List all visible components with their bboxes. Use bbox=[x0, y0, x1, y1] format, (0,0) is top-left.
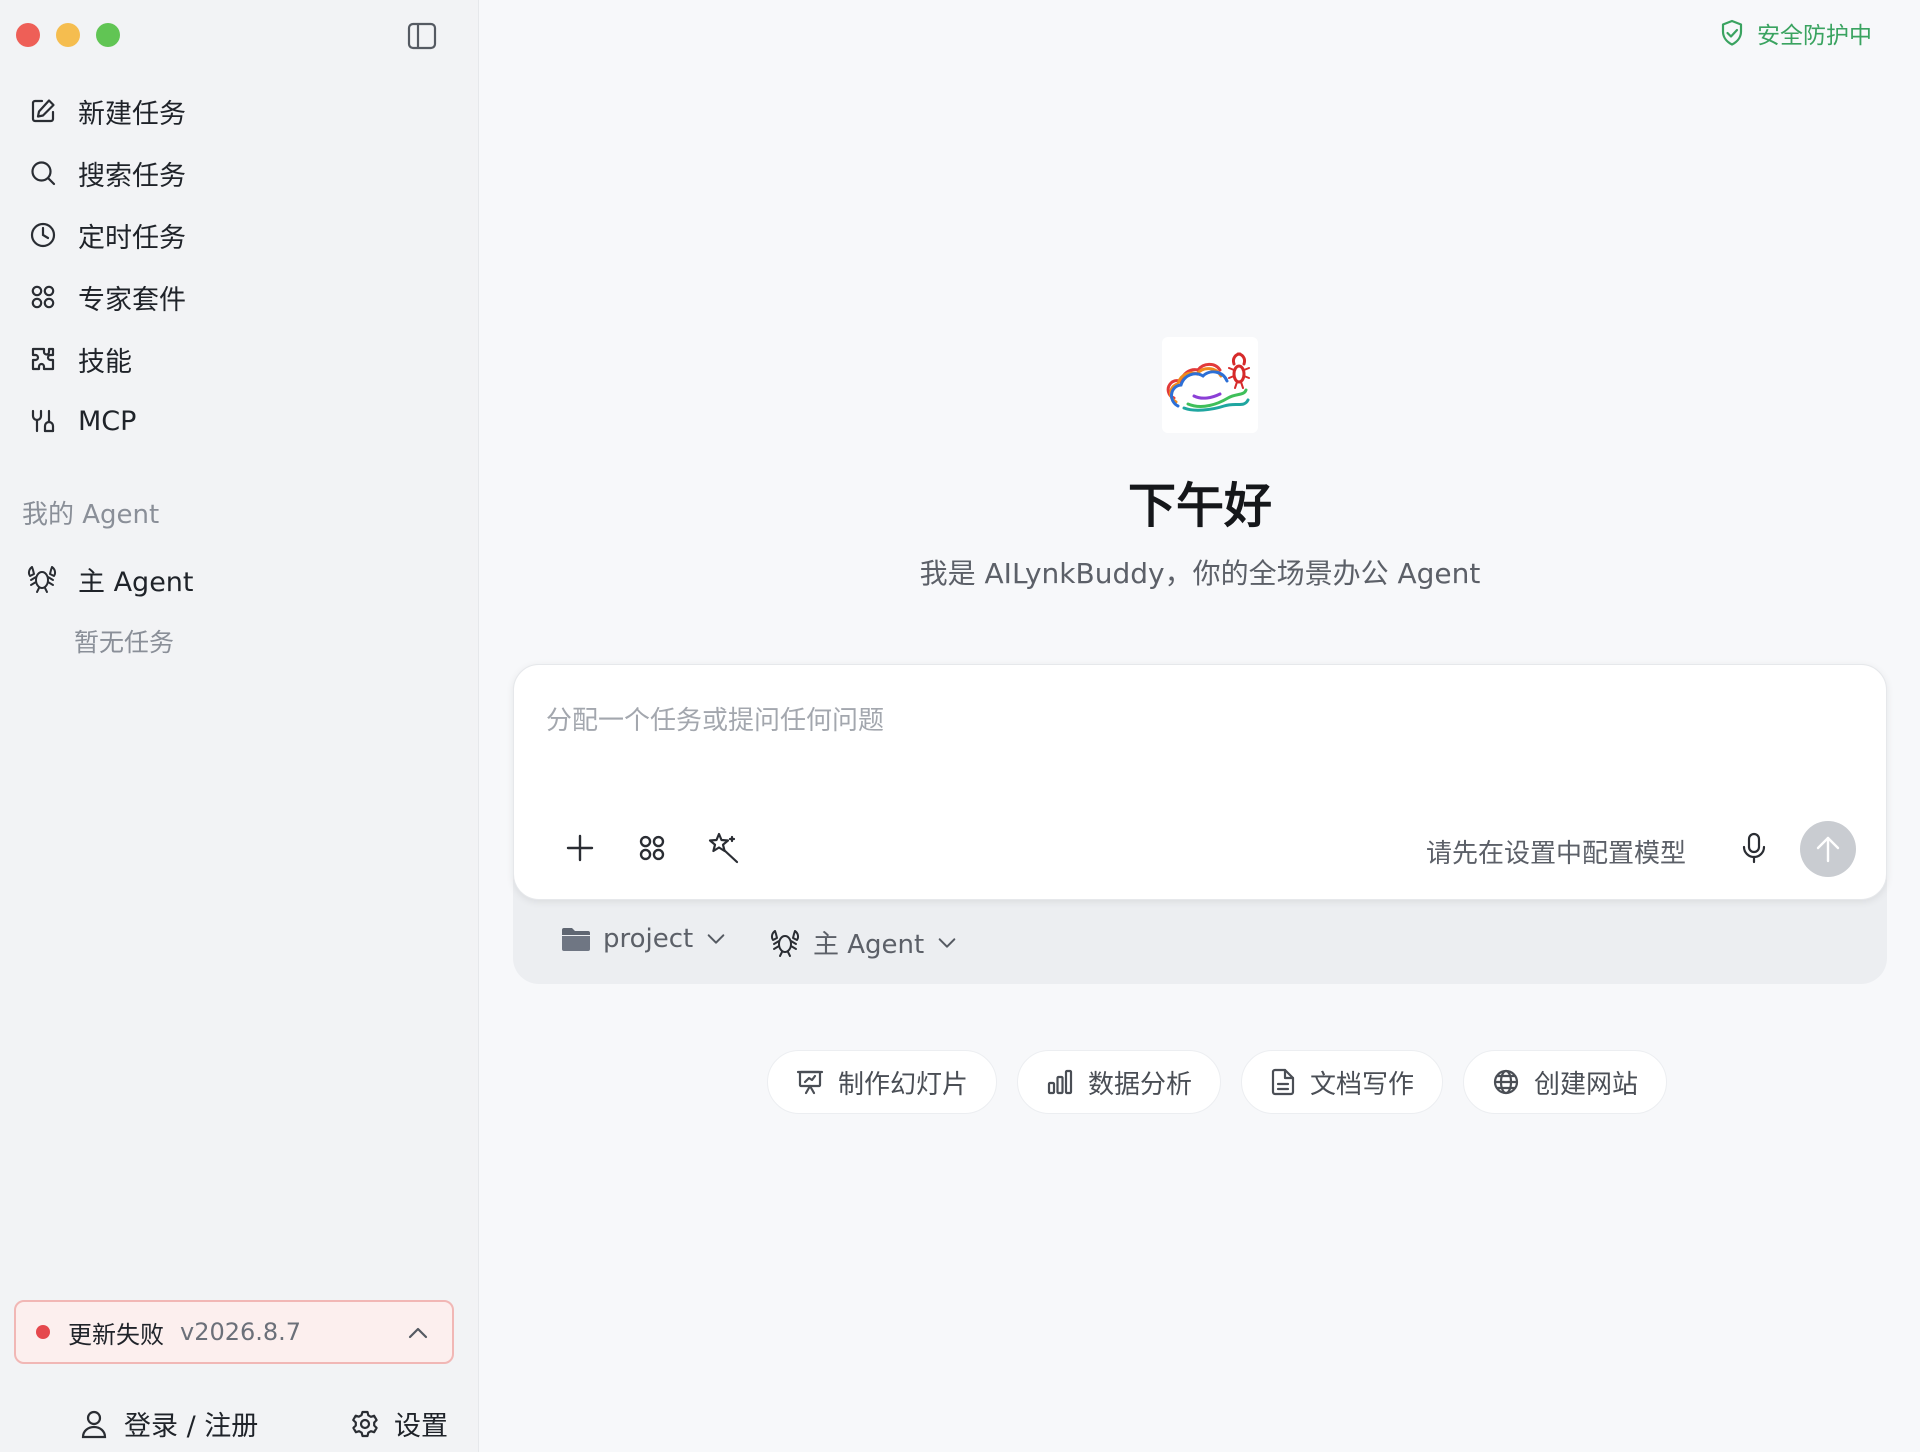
gear-icon bbox=[350, 1409, 380, 1439]
update-version-text: v2026.8.7 bbox=[180, 1318, 302, 1346]
expert-suite-button[interactable] bbox=[632, 828, 672, 868]
agent-selector-label: 主 Agent bbox=[813, 930, 925, 960]
quick-action-slides-label: 制作幻灯片 bbox=[838, 1069, 969, 1100]
nav-search-task-label: 搜索任务 bbox=[78, 160, 186, 192]
grid-icon bbox=[28, 282, 58, 312]
nav-skills[interactable]: 技能 bbox=[22, 328, 452, 390]
project-selector-label: project bbox=[603, 924, 694, 954]
agent-selector[interactable]: 主 Agent bbox=[769, 924, 958, 961]
chevron-down-icon bbox=[936, 932, 958, 954]
globe-icon bbox=[1492, 1068, 1520, 1096]
shield-check-icon bbox=[1719, 19, 1745, 47]
magic-wand-icon bbox=[708, 832, 739, 864]
project-selector[interactable]: project bbox=[561, 924, 727, 954]
close-window-button[interactable] bbox=[16, 23, 40, 47]
edit-icon bbox=[28, 96, 58, 126]
security-status-label: 安全防护中 bbox=[1757, 23, 1872, 49]
arrow-up-icon bbox=[1816, 836, 1840, 863]
chevron-up-icon bbox=[406, 1321, 430, 1345]
quick-action-slides[interactable]: 制作幻灯片 bbox=[767, 1050, 998, 1114]
add-attachment-button[interactable] bbox=[560, 828, 600, 868]
nav-scheduled-task-label: 定时任务 bbox=[78, 222, 186, 254]
plug-icon bbox=[28, 406, 58, 436]
folder-icon bbox=[561, 926, 591, 952]
nav-search-task[interactable]: 搜索任务 bbox=[22, 142, 452, 204]
nav-scheduled-task[interactable]: 定时任务 bbox=[22, 204, 452, 266]
lobster-icon bbox=[26, 564, 58, 594]
empty-tasks-text: 暂无任务 bbox=[74, 628, 175, 657]
nav-mcp[interactable]: MCP bbox=[22, 390, 452, 452]
configure-model-hint[interactable]: 请先在设置中配置模型 bbox=[1426, 833, 1686, 870]
login-register-label: 登录 / 注册 bbox=[124, 1411, 259, 1442]
settings-label: 设置 bbox=[394, 1411, 448, 1442]
quick-action-create-website[interactable]: 创建网站 bbox=[1463, 1050, 1668, 1114]
magic-wand-button[interactable] bbox=[704, 828, 744, 868]
main-agent-label: 主 Agent bbox=[78, 566, 194, 598]
sidebar-footer: 登录 / 注册 设置 bbox=[0, 1400, 479, 1452]
quick-action-data-analysis-label: 数据分析 bbox=[1088, 1069, 1193, 1100]
bar-chart-icon bbox=[1046, 1068, 1074, 1096]
maximize-window-button[interactable] bbox=[96, 23, 120, 47]
clock-icon bbox=[28, 220, 58, 250]
grid-icon bbox=[639, 835, 665, 861]
quick-action-data-analysis[interactable]: 数据分析 bbox=[1017, 1050, 1222, 1114]
update-error-dot bbox=[36, 1325, 50, 1339]
security-status[interactable]: 安全防护中 bbox=[1719, 16, 1872, 50]
nav-mcp-label: MCP bbox=[78, 405, 137, 437]
user-icon bbox=[80, 1409, 108, 1439]
quick-action-document-writing-label: 文档写作 bbox=[1310, 1069, 1415, 1100]
quick-actions: 制作幻灯片 数据分析 文档写作 创建网站 bbox=[767, 1050, 1668, 1114]
chevron-down-icon bbox=[705, 928, 727, 950]
my-agent-section-title: 我的 Agent bbox=[22, 500, 160, 530]
composer-area: 请先在设置中配置模型 bbox=[513, 664, 1887, 984]
minimize-window-button[interactable] bbox=[56, 23, 80, 47]
task-input[interactable] bbox=[546, 693, 1846, 749]
sidebar: 新建任务 搜索任务 定时任务 专家套件 技能 MCP 我的 Agent 主 Ag… bbox=[0, 0, 479, 1452]
cloud-lobster-logo-icon bbox=[1166, 352, 1250, 412]
settings-button[interactable]: 设置 bbox=[350, 1404, 448, 1443]
voice-input-button[interactable] bbox=[1734, 828, 1774, 868]
composer-box: 请先在设置中配置模型 bbox=[513, 664, 1887, 900]
greeting-title: 下午好 bbox=[1127, 478, 1272, 534]
window-controls bbox=[16, 23, 120, 47]
sidebar-item-main-agent[interactable]: 主 Agent bbox=[26, 556, 194, 602]
microphone-icon bbox=[1742, 832, 1766, 864]
nav-expert-suite[interactable]: 专家套件 bbox=[22, 266, 452, 328]
nav-new-task[interactable]: 新建任务 bbox=[22, 80, 452, 142]
sidebar-panel-icon bbox=[407, 22, 437, 50]
update-status-text: 更新失败 bbox=[68, 1320, 164, 1349]
quick-action-create-website-label: 创建网站 bbox=[1534, 1069, 1639, 1100]
send-button[interactable] bbox=[1800, 821, 1856, 877]
presentation-icon bbox=[796, 1068, 824, 1096]
plus-icon bbox=[566, 834, 594, 862]
update-status-bar[interactable]: 更新失败 v2026.8.7 bbox=[14, 1300, 454, 1364]
main-content: 安全防护中 下午好 我是 AILynkBuddy，你的全场景办公 Agent 分… bbox=[480, 0, 1920, 1452]
sidebar-nav: 新建任务 搜索任务 定时任务 专家套件 技能 MCP bbox=[22, 80, 452, 452]
nav-new-task-label: 新建任务 bbox=[78, 98, 186, 130]
sidebar-toggle-button[interactable] bbox=[405, 20, 439, 52]
greeting-subtitle: 我是 AILynkBuddy，你的全场景办公 Agent bbox=[919, 557, 1481, 590]
nav-skills-label: 技能 bbox=[78, 346, 132, 378]
quick-action-document-writing[interactable]: 文档写作 bbox=[1241, 1050, 1444, 1114]
search-icon bbox=[28, 158, 58, 188]
login-register-button[interactable]: 登录 / 注册 bbox=[80, 1404, 258, 1443]
app-logo bbox=[1162, 337, 1258, 433]
puzzle-icon bbox=[28, 344, 58, 374]
nav-expert-suite-label: 专家套件 bbox=[78, 284, 186, 316]
lobster-icon bbox=[769, 928, 801, 958]
document-icon bbox=[1270, 1068, 1296, 1096]
